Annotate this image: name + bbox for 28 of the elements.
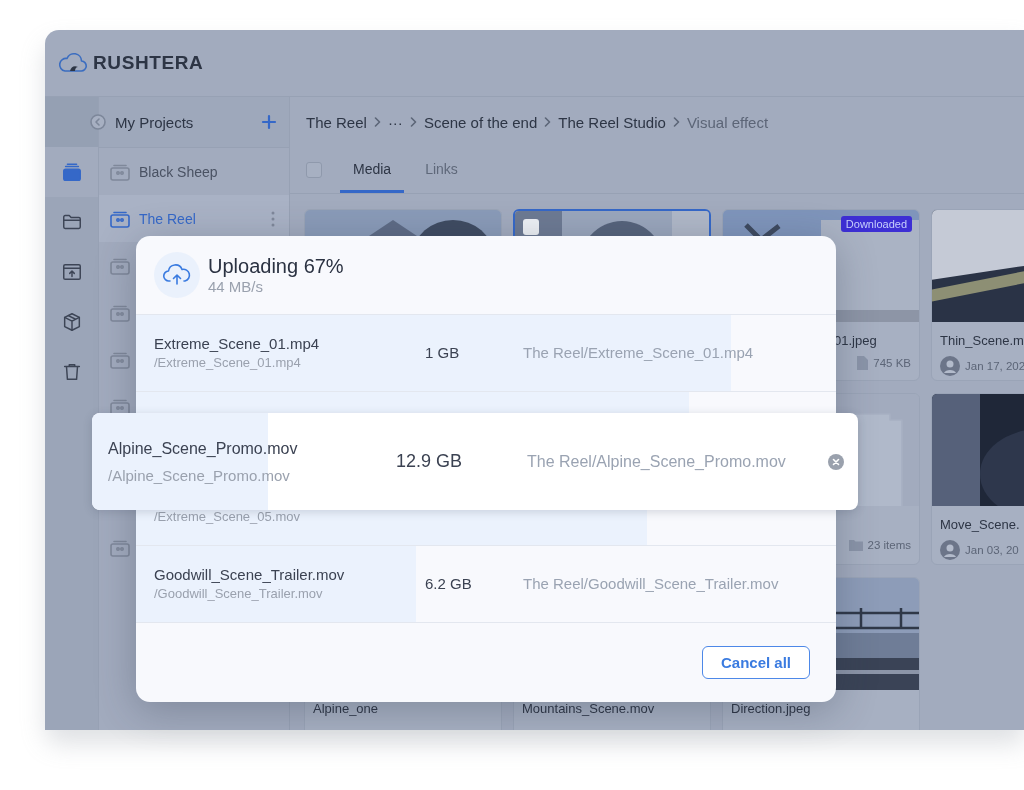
destination-path: The Reel/Goodwill_Scene_Trailer.mov (523, 575, 779, 592)
file-name: Alpine_one (313, 700, 379, 718)
file-name: Move_Scene. (940, 516, 1020, 534)
file-size: 1 GB (425, 344, 460, 361)
file-name: Direction.jpeg (731, 700, 811, 718)
file-path: /Goodwill_Scene_Trailer.mov (154, 585, 324, 603)
status-badge: Downloaded (840, 216, 912, 232)
dialog-title: Uploading 67% (208, 254, 344, 278)
upload-speed: 44 MB/s (208, 278, 265, 296)
file-date: Jan 03, 20 (965, 544, 1019, 556)
file-size: 23 items (867, 539, 911, 551)
file-name: Extreme_Scene_01.mp4 (154, 334, 321, 354)
project-name: Black Sheep (139, 163, 218, 180)
panel-title: My Projects (115, 113, 194, 131)
file-path: /Extreme_Scene_05.mov (154, 508, 301, 526)
file-name: Alpine_Scene_Promo.mov (108, 438, 299, 459)
file-size: 745 KB (873, 357, 911, 369)
file-size: 12.9 GB (396, 451, 463, 471)
file-path: /Extreme_Scene_01.mp4 (154, 354, 302, 372)
destination-path: The Reel/Alpine_Scene_Promo.mov (527, 452, 786, 470)
file-name: Goodwill_Scene_Trailer.mov (154, 565, 346, 585)
file-size: 6.2 GB (425, 575, 472, 592)
file-path: /Alpine_Scene_Promo.mov (108, 465, 291, 486)
file-name: Thin_Scene.m (940, 332, 1024, 350)
project-name: The Reel (139, 210, 196, 227)
file-date: Jan 17, 202 (965, 360, 1024, 372)
file-name: Mountains_Scene.mov (522, 700, 655, 718)
destination-path: The Reel/Extreme_Scene_01.mp4 (523, 344, 754, 361)
